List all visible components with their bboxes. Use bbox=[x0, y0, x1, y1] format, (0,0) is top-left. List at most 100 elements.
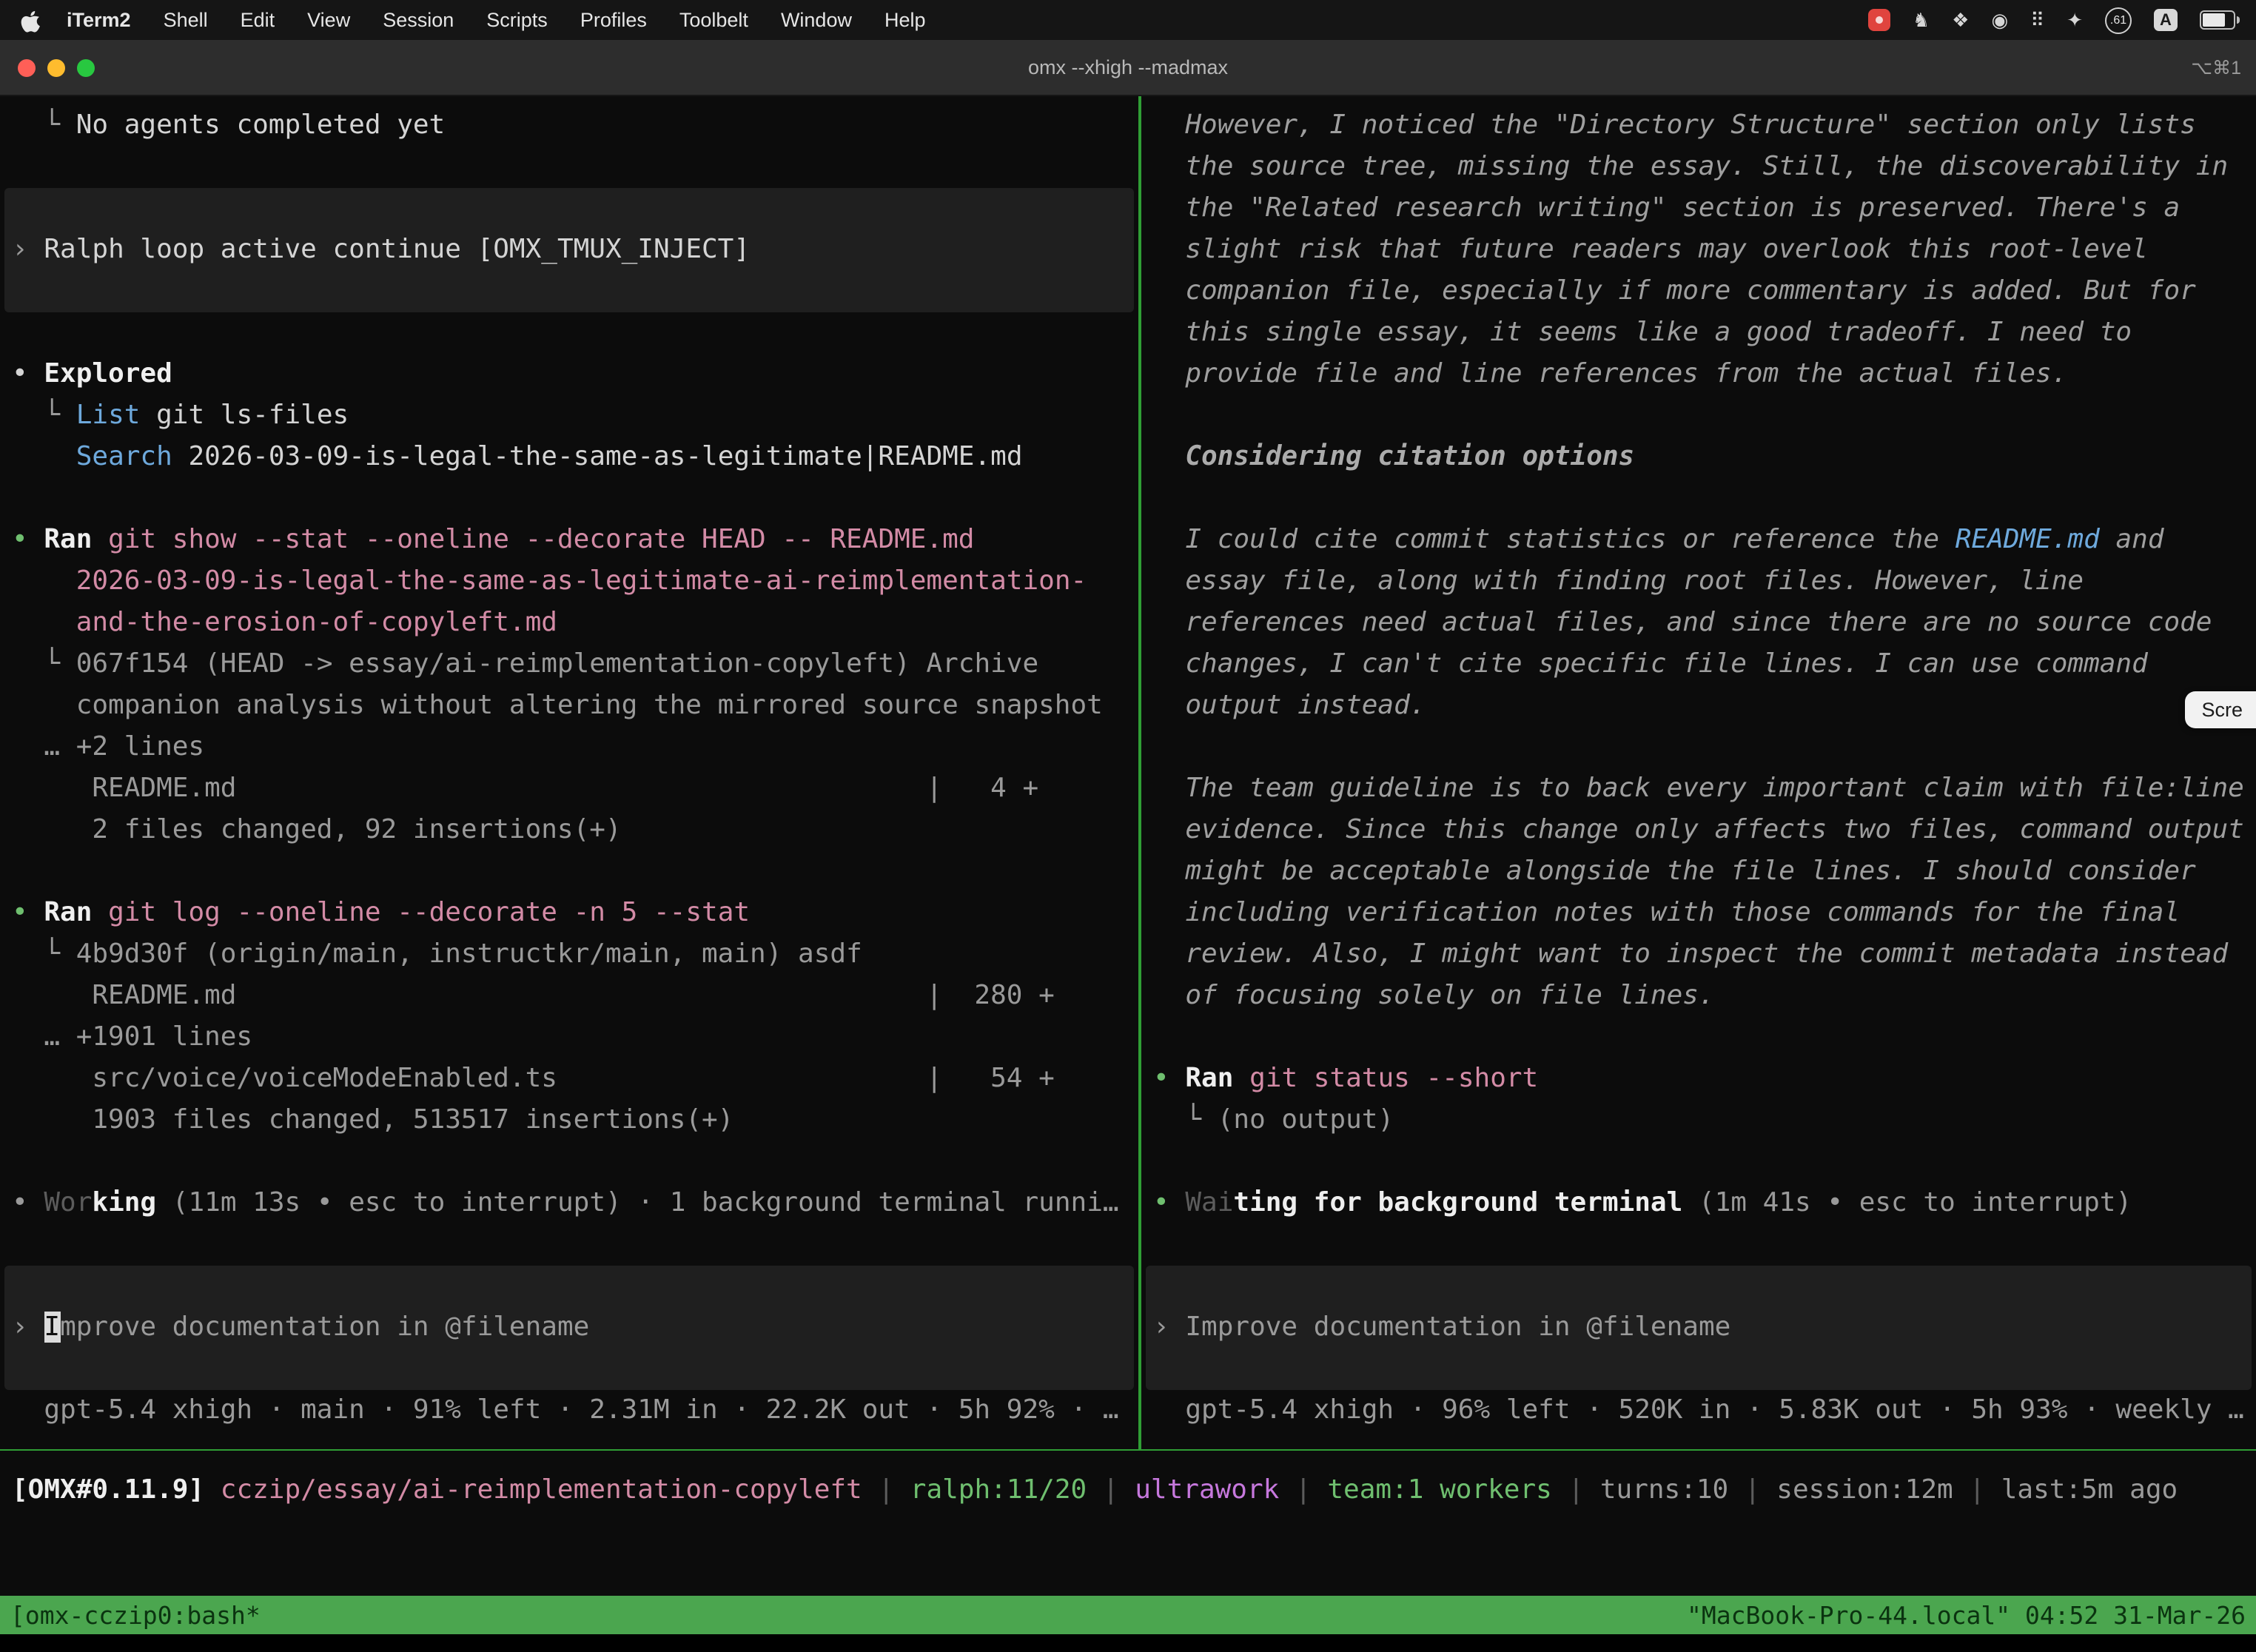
input-source-icon[interactable]: A bbox=[2154, 9, 2178, 31]
terminal-line: companion analysis without altering the … bbox=[0, 685, 1138, 727]
text-segment: evidence. Since this change only affects… bbox=[1153, 814, 2244, 845]
text-segment: • bbox=[1153, 1063, 1185, 1094]
terminal-line: src/voice/voiceModeEnabled.ts | 54 + bbox=[0, 1058, 1138, 1100]
text-segment: | bbox=[1953, 1474, 2001, 1505]
omx-statusline: [OMX#0.11.9] cczip/essay/ai-reimplementa… bbox=[0, 1470, 2256, 1511]
text-segment: output instead. bbox=[1153, 690, 1426, 721]
terminal-line: this single essay, it seems like a good … bbox=[1141, 312, 2256, 354]
gauge-61-icon[interactable]: .61 bbox=[2105, 7, 2132, 33]
text-segment: › bbox=[12, 1312, 44, 1343]
tmux-session-label: [omx-cczip0:bash* bbox=[10, 1601, 261, 1629]
text-segment: … +2 lines bbox=[12, 731, 204, 762]
terminal-line: review. Also, I might want to inspect th… bbox=[1141, 934, 2256, 976]
prompt-input[interactable]: › Improve documentation in @filename bbox=[1146, 1266, 2252, 1390]
minimize-window-button[interactable] bbox=[47, 58, 65, 76]
blank-line bbox=[1141, 1141, 2256, 1183]
explored-header: • Explored bbox=[0, 354, 1138, 395]
screen-recording-icon[interactable] bbox=[1868, 9, 1890, 31]
text-segment: README.md | 280 + bbox=[12, 980, 1055, 1011]
text-segment bbox=[92, 897, 108, 928]
text-segment: • bbox=[12, 897, 44, 928]
terminal-line: 2 files changed, 92 insertions(+) bbox=[0, 810, 1138, 851]
blank-line bbox=[0, 312, 1138, 354]
text-segment: references need actual files, and since … bbox=[1153, 607, 2212, 638]
prompt-input[interactable]: › Improve documentation in @filename bbox=[4, 1266, 1134, 1390]
left-terminal-pane[interactable]: └ No agents completed yet› Ralph loop ac… bbox=[0, 96, 1138, 1449]
menu-view[interactable]: View bbox=[307, 9, 350, 31]
ralph-loop-banner: › Ralph loop active continue [OMX_TMUX_I… bbox=[4, 188, 1134, 312]
active-app-name[interactable]: iTerm2 bbox=[67, 9, 131, 31]
text-segment: Ran bbox=[44, 524, 92, 555]
text-segment: of focusing solely on file lines. bbox=[1153, 980, 1715, 1011]
text-segment: might be acceptable alongside the file l… bbox=[1153, 856, 2196, 887]
key-icon[interactable]: ✦ bbox=[2067, 8, 2083, 32]
battery-icon[interactable] bbox=[2200, 10, 2235, 30]
compass-app-icon[interactable]: ❖ bbox=[1952, 8, 1969, 32]
text-segment: • bbox=[1153, 1187, 1185, 1218]
text-segment: essay file, along with finding root file… bbox=[1153, 565, 2084, 597]
terminal-line: might be acceptable alongside the file l… bbox=[1141, 851, 2256, 893]
right-terminal-pane[interactable]: However, I noticed the "Directory Struct… bbox=[1141, 96, 2256, 1449]
terminal-line: of focusing solely on file lines. bbox=[1141, 976, 2256, 1017]
menu-toolbelt[interactable]: Toolbelt bbox=[679, 9, 748, 31]
menu-edit[interactable]: Edit bbox=[241, 9, 275, 31]
text-segment: team:1 workers bbox=[1327, 1474, 1551, 1505]
text-segment: └ bbox=[12, 648, 76, 679]
window-titlebar[interactable]: omx --xhigh --madmax ⌥⌘1 bbox=[0, 40, 2256, 96]
terminal-line: └ (no output) bbox=[1141, 1100, 2256, 1141]
menu-shell[interactable]: Shell bbox=[164, 9, 208, 31]
circle-app-icon[interactable]: ◉ bbox=[1991, 8, 2008, 32]
blank-line bbox=[0, 851, 1138, 893]
text-segment: └ bbox=[1153, 1104, 1218, 1135]
text-segment: this single essay, it seems like a good … bbox=[1153, 317, 2132, 348]
menu-help[interactable]: Help bbox=[884, 9, 926, 31]
blank-line bbox=[0, 1224, 1138, 1266]
text-segment: Ralph loop active continue [OMX_TMUX_INJ… bbox=[44, 234, 750, 265]
text-segment: README.md bbox=[1955, 524, 2100, 555]
zoom-window-button[interactable] bbox=[77, 58, 95, 76]
text-segment: 2026-03-09-is-legal-the-same-as-legitima… bbox=[172, 441, 1023, 472]
text-segment: git ls-files bbox=[140, 400, 349, 431]
terminal-line: 1903 files changed, 513517 insertions(+) bbox=[0, 1100, 1138, 1141]
tmux-host-clock-label: "MacBook-Pro-44.local" 04:52 31-Mar-26 bbox=[1687, 1601, 2246, 1629]
text-segment: the source tree, missing the essay. Stil… bbox=[1153, 151, 2228, 182]
blank-line bbox=[1141, 1017, 2256, 1058]
prompt-input-line[interactable]: › Improve documentation in @filename bbox=[1146, 1307, 2252, 1349]
terminal-line: However, I noticed the "Directory Struct… bbox=[1141, 105, 2256, 147]
menu-session[interactable]: Session bbox=[383, 9, 454, 31]
blank-line bbox=[1141, 478, 2256, 520]
text-segment: Ran bbox=[1185, 1063, 1233, 1094]
menu-window[interactable]: Window bbox=[781, 9, 852, 31]
terminal-line: slight risk that future readers may over… bbox=[1141, 229, 2256, 271]
text-segment: Wor bbox=[44, 1187, 92, 1218]
screen-overlay-tab[interactable]: Scre bbox=[2185, 691, 2256, 728]
text-segment: (1m 41s • esc to interrupt) bbox=[1682, 1187, 2132, 1218]
text-segment: including verification notes with those … bbox=[1153, 897, 2180, 928]
terminal-window: └ No agents completed yet› Ralph loop ac… bbox=[0, 96, 2256, 1652]
text-segment: cczip/essay/ai-reimplementation-copyleft bbox=[221, 1474, 862, 1505]
text-segment: › bbox=[1153, 1312, 1185, 1343]
window-shortcut-badge: ⌥⌘1 bbox=[2191, 56, 2241, 78]
menu-profiles[interactable]: Profiles bbox=[580, 9, 647, 31]
close-window-button[interactable] bbox=[18, 58, 36, 76]
ralph-loop-banner-line: › Ralph loop active continue [OMX_TMUX_I… bbox=[4, 229, 1134, 271]
text-segment: I bbox=[44, 1312, 60, 1343]
apple-menu-icon[interactable] bbox=[21, 8, 40, 32]
text-segment bbox=[12, 607, 76, 638]
text-segment: | bbox=[1279, 1474, 1327, 1505]
prompt-input-line[interactable]: › Improve documentation in @filename bbox=[4, 1307, 1134, 1349]
menu-scripts[interactable]: Scripts bbox=[486, 9, 548, 31]
text-segment: • bbox=[12, 358, 44, 389]
terminal-line: └ 067f154 (HEAD -> essay/ai-reimplementa… bbox=[0, 644, 1138, 685]
terminal-line: changes, I can't cite specific file line… bbox=[1141, 644, 2256, 685]
terminal-line: the source tree, missing the essay. Stil… bbox=[1141, 147, 2256, 188]
chess-app-icon[interactable]: ♞ bbox=[1913, 8, 1930, 32]
terminal-line: essay file, along with finding root file… bbox=[1141, 561, 2256, 602]
text-segment: README.md | 4 + bbox=[12, 773, 1038, 804]
text-segment: gpt-5.4 xhigh · main · 91% left · 2.31M … bbox=[12, 1394, 1119, 1426]
text-segment: companion analysis without altering the … bbox=[12, 690, 1103, 721]
blank-line bbox=[0, 1141, 1138, 1183]
launchpad-icon[interactable]: ⠿ bbox=[2030, 8, 2044, 32]
text-segment bbox=[1233, 1063, 1249, 1094]
text-segment: [OMX#0.11.9] bbox=[12, 1474, 221, 1505]
